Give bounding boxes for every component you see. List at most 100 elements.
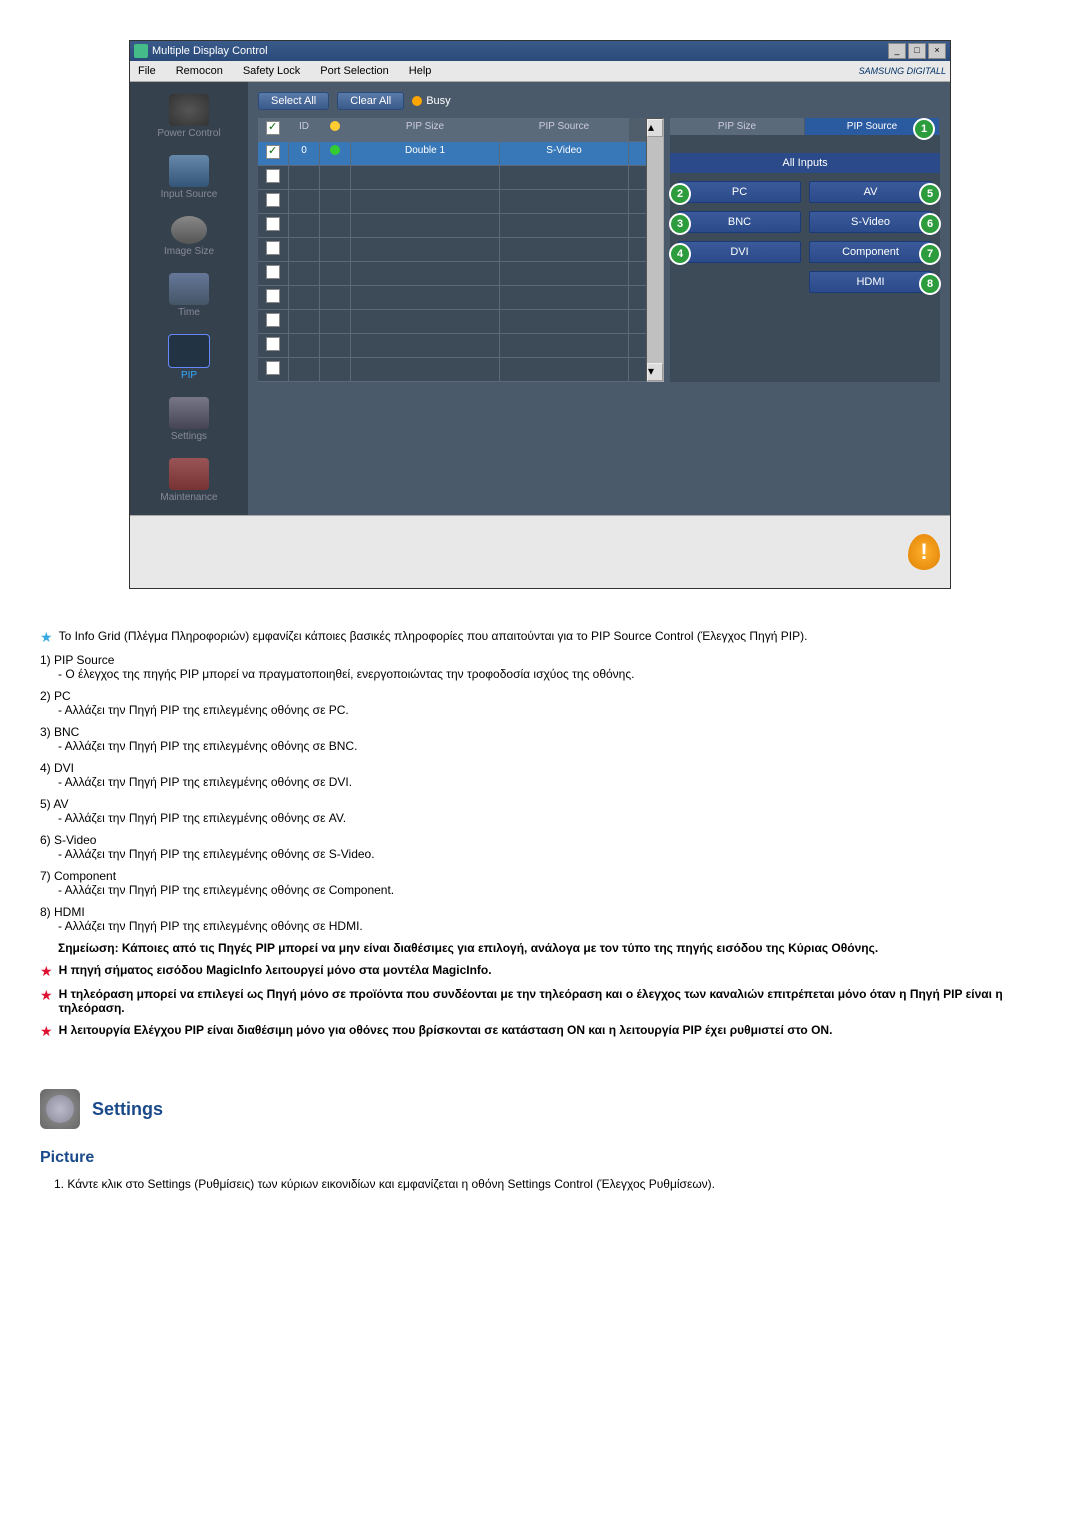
sidebar-label-settings: Settings xyxy=(171,431,207,442)
close-button[interactable]: × xyxy=(928,43,946,59)
component-button[interactable]: Component 7 xyxy=(809,241,932,263)
toolbar-row: Select All Clear All Busy xyxy=(258,92,940,110)
clear-all-button[interactable]: Clear All xyxy=(337,92,404,110)
menu-help[interactable]: Help xyxy=(405,63,436,79)
table-row[interactable] xyxy=(258,238,646,262)
input-buttons-grid: 2 PC AV 5 3 BNC S-Video xyxy=(670,173,940,301)
item-7: 7) Component - Αλλάζει την Πηγή PIP της … xyxy=(40,869,1040,897)
table-row[interactable] xyxy=(258,286,646,310)
callout-2: 2 xyxy=(669,183,691,205)
scroll-up-button[interactable]: ▴ xyxy=(647,119,663,137)
sidebar-item-power[interactable]: Power Control xyxy=(134,90,244,143)
callout-8: 8 xyxy=(919,273,941,295)
status-icon xyxy=(330,121,340,131)
busy-dot-icon xyxy=(412,96,422,106)
sidebar-label-maint: Maintenance xyxy=(160,492,217,503)
table-row[interactable] xyxy=(258,358,646,382)
header-checkbox[interactable] xyxy=(266,121,280,135)
dvi-label: DVI xyxy=(730,246,748,258)
window-controls: _ □ × xyxy=(888,43,946,59)
right-panel-header: PIP Size PIP Source 1 xyxy=(670,118,940,135)
callout-1: 1 xyxy=(913,118,935,140)
pc-button[interactable]: 2 PC xyxy=(678,181,801,203)
row-checkbox[interactable] xyxy=(266,193,280,207)
callout-5: 5 xyxy=(919,183,941,205)
row-checkbox[interactable] xyxy=(266,265,280,279)
row-checkbox[interactable] xyxy=(266,289,280,303)
sidebar-item-input[interactable]: Input Source xyxy=(134,151,244,204)
content-area: Select All Clear All Busy ID PIP Size xyxy=(248,82,950,515)
row-checkbox[interactable] xyxy=(266,241,280,255)
info-grid-area: ID PIP Size PIP Source 0 Double 1 S-Vide… xyxy=(258,118,940,382)
av-button[interactable]: AV 5 xyxy=(809,181,932,203)
grid-header: ID PIP Size PIP Source xyxy=(258,118,646,142)
sidebar-item-pip[interactable]: PIP xyxy=(134,330,244,385)
svideo-button[interactable]: S-Video 6 xyxy=(809,211,932,233)
sidebar-item-image[interactable]: Image Size xyxy=(134,212,244,261)
av-label: AV xyxy=(864,186,878,198)
description-area: ★ Το Info Grid (Πλέγμα Πληροφοριών) εμφα… xyxy=(40,629,1040,1191)
row-checkbox[interactable] xyxy=(266,217,280,231)
clock-icon xyxy=(169,273,209,305)
table-row[interactable] xyxy=(258,190,646,214)
pc-label: PC xyxy=(732,186,747,198)
item-2: 2) PC - Αλλάζει την Πηγή PIP της επιλεγμ… xyxy=(40,689,1040,717)
sidebar: Power Control Input Source Image Size Ti… xyxy=(130,82,248,515)
sidebar-item-maintenance[interactable]: Maintenance xyxy=(134,454,244,507)
picture-heading: Picture xyxy=(40,1149,1040,1167)
item-8: 8) HDMI - Αλλάζει την Πηγή PIP της επιλε… xyxy=(40,905,1040,933)
pip-icon xyxy=(168,334,210,368)
settings-title: Settings xyxy=(92,1099,163,1120)
settings-section-header: Settings xyxy=(40,1089,1040,1129)
table-row[interactable] xyxy=(258,166,646,190)
star-icon: ★ xyxy=(40,629,53,645)
select-all-button[interactable]: Select All xyxy=(258,92,329,110)
note-info-grid: ★ Το Info Grid (Πλέγμα Πληροφοριών) εμφα… xyxy=(40,629,1040,645)
app-window: Multiple Display Control _ □ × File Remo… xyxy=(129,40,951,589)
sidebar-item-time[interactable]: Time xyxy=(134,269,244,322)
minimize-button[interactable]: _ xyxy=(888,43,906,59)
row-checkbox[interactable] xyxy=(266,337,280,351)
scrollbar[interactable]: ▴ ▾ xyxy=(646,118,664,382)
menu-remocon[interactable]: Remocon xyxy=(172,63,227,79)
settings-section-icon xyxy=(40,1089,80,1129)
component-label: Component xyxy=(842,246,899,258)
table-row[interactable]: 0 Double 1 S-Video xyxy=(258,142,646,166)
star-icon: ★ xyxy=(40,987,53,1015)
bnc-button[interactable]: 3 BNC xyxy=(678,211,801,233)
app-icon xyxy=(134,44,148,58)
row-checkbox[interactable] xyxy=(266,145,280,159)
callout-3: 3 xyxy=(669,213,691,235)
right-col-pip-source: PIP Source 1 xyxy=(805,118,940,135)
busy-indicator: Busy xyxy=(412,95,450,107)
dvi-button[interactable]: 4 DVI xyxy=(678,241,801,263)
menu-port-selection[interactable]: Port Selection xyxy=(316,63,392,79)
status-dot-icon xyxy=(330,145,340,155)
col-pip-size: PIP Size xyxy=(351,118,500,141)
table-row[interactable] xyxy=(258,214,646,238)
row-checkbox[interactable] xyxy=(266,313,280,327)
cell-pip-size: Double 1 xyxy=(351,142,500,165)
row-checkbox[interactable] xyxy=(266,169,280,183)
right-col-pip-size: PIP Size xyxy=(670,118,805,135)
table-row[interactable] xyxy=(258,334,646,358)
scroll-down-button[interactable]: ▾ xyxy=(647,363,663,381)
hdmi-label: HDMI xyxy=(856,276,884,288)
row-checkbox[interactable] xyxy=(266,361,280,375)
col-id: ID xyxy=(289,118,320,141)
brand-label: SAMSUNG DIGITALL xyxy=(859,66,946,76)
svideo-label: S-Video xyxy=(851,216,890,228)
window-title: Multiple Display Control xyxy=(152,45,268,57)
hdmi-button[interactable]: HDMI 8 xyxy=(809,271,932,293)
maximize-button[interactable]: □ xyxy=(908,43,926,59)
sidebar-item-settings[interactable]: Settings xyxy=(134,393,244,446)
star-icon: ★ xyxy=(40,1023,53,1039)
callout-7: 7 xyxy=(919,243,941,265)
menu-safety-lock[interactable]: Safety Lock xyxy=(239,63,304,79)
menu-file[interactable]: File xyxy=(134,63,160,79)
gear-icon xyxy=(169,397,209,429)
monitor-icon xyxy=(169,155,209,187)
table-row[interactable] xyxy=(258,310,646,334)
alert-icon: ! xyxy=(908,534,940,570)
table-row[interactable] xyxy=(258,262,646,286)
